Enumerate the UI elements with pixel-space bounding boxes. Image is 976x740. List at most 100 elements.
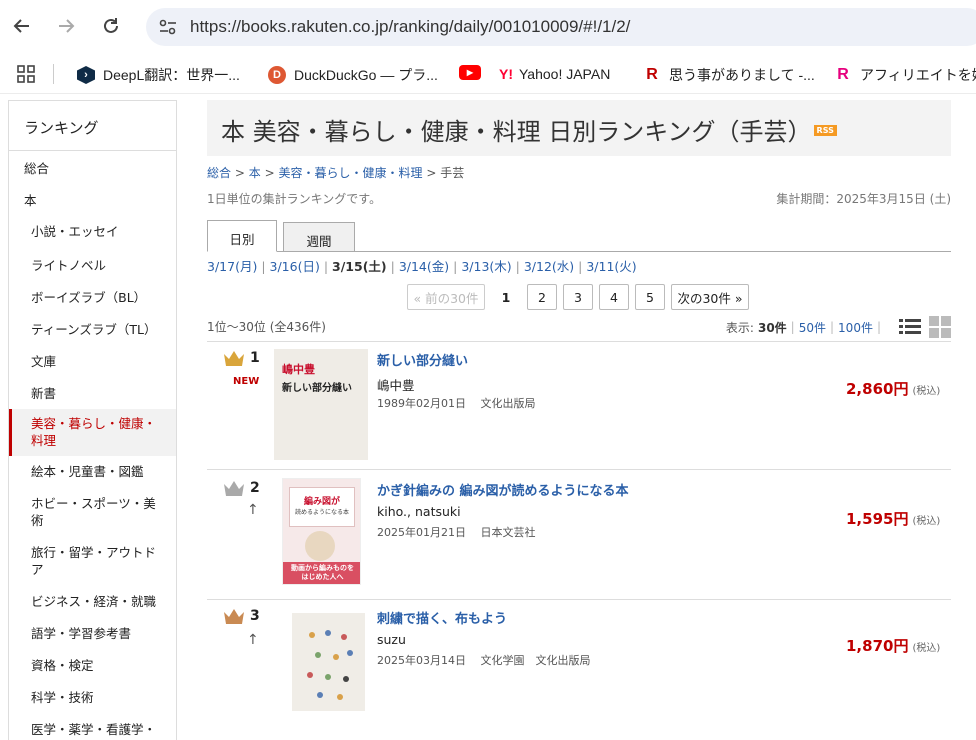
rank-number: 2 bbox=[250, 480, 260, 496]
youtube-icon: ▶ bbox=[459, 65, 481, 80]
sidebar-item-license[interactable]: 資格・検定 bbox=[9, 650, 176, 682]
back-button[interactable] bbox=[10, 14, 34, 38]
book-title-link[interactable]: 刺繍で描く、布もよう bbox=[377, 608, 507, 627]
url-text: https://books.rakuten.co.jp/ranking/dail… bbox=[190, 17, 631, 36]
bookmark-rakuten-blog[interactable]: R 思う事がありまして -... bbox=[643, 65, 815, 85]
sidebar-item-language[interactable]: 語学・学習参考書 bbox=[9, 618, 176, 650]
date-link[interactable]: 3/14(金) bbox=[399, 259, 449, 274]
apps-icon[interactable] bbox=[16, 64, 36, 84]
book-price: 1,870円 (税込) bbox=[846, 635, 940, 656]
bookmark-label: アフィリエイトを始め bbox=[860, 67, 976, 83]
bookmark-label: DeepL翻訳：世界一... bbox=[103, 67, 240, 83]
book-author: suzu bbox=[377, 632, 406, 647]
result-count: 1位～30位 (全436件) bbox=[207, 320, 326, 334]
cover-subtitle-text: 読めるようになる本 bbox=[294, 509, 349, 516]
date-sep: | bbox=[261, 259, 266, 274]
bookmarks-divider bbox=[53, 64, 54, 84]
breadcrumb-total[interactable]: 総合 bbox=[207, 166, 231, 180]
cover-author-text: 嶋中豊 bbox=[282, 363, 315, 376]
sidebar-item-business[interactable]: ビジネス・経済・就職 bbox=[9, 586, 176, 618]
cover-embroidery-pattern bbox=[307, 630, 353, 700]
book-title-link[interactable]: かぎ針編みの 編み図が読めるようになる本 bbox=[377, 480, 629, 499]
rank-up-arrow-icon: ↑ bbox=[247, 502, 259, 518]
site-settings-icon[interactable] bbox=[158, 18, 178, 36]
display-sep: | bbox=[876, 320, 881, 334]
publisher: 文化出版局 bbox=[480, 397, 536, 410]
price-value: 2,860円 bbox=[846, 380, 909, 398]
book-cover[interactable] bbox=[292, 613, 365, 711]
breadcrumb-beauty[interactable]: 美容・暮らし・健康・料理 bbox=[278, 166, 422, 180]
bookmark-yahoo[interactable]: Y! Yahoo! JAPAN bbox=[499, 65, 610, 83]
page-3[interactable]: 3 bbox=[563, 284, 593, 310]
sidebar-item-total[interactable]: 総合 bbox=[9, 151, 176, 184]
date-link[interactable]: 3/16(日) bbox=[270, 259, 320, 274]
display-100-link[interactable]: 100件 bbox=[838, 319, 873, 336]
cover-title-text: 新しい部分縫い bbox=[282, 383, 352, 394]
pub-date: 2025年03月14日 bbox=[377, 654, 466, 667]
bookmark-rakuten-affiliate[interactable]: R アフィリエイトを始め bbox=[834, 65, 976, 85]
page-header: 本 美容・暮らし・健康・料理 日別ランキング（手芸） RSS bbox=[207, 100, 951, 156]
sidebar-item-hobby[interactable]: ホビー・スポーツ・美術 bbox=[9, 488, 176, 537]
forward-button[interactable] bbox=[54, 14, 78, 38]
sidebar-item-bunko[interactable]: 文庫 bbox=[9, 344, 176, 376]
date-link[interactable]: 3/11(火) bbox=[586, 259, 636, 274]
display-50-link[interactable]: 50件 bbox=[799, 319, 826, 336]
ranking-main: 本 美容・暮らし・健康・料理 日別ランキング（手芸） RSS 総合 > 本 > 美… bbox=[207, 100, 951, 711]
grid-view-icon[interactable] bbox=[929, 316, 951, 338]
bronze-crown-icon bbox=[224, 609, 244, 624]
silver-crown-icon bbox=[224, 481, 244, 496]
display-label: 表示: bbox=[725, 320, 754, 335]
cover-illustration bbox=[305, 531, 335, 561]
date-sep: | bbox=[453, 259, 458, 274]
breadcrumb-sep: > bbox=[426, 166, 437, 180]
sidebar-item-tl[interactable]: ティーンズラブ（TL） bbox=[9, 312, 176, 344]
tab-daily[interactable]: 日別 bbox=[207, 220, 277, 252]
tax-label: (税込) bbox=[912, 386, 941, 397]
sidebar-item-book[interactable]: 本 bbox=[9, 184, 176, 216]
sidebar-item-lightnovel[interactable]: ライトノベル bbox=[9, 248, 176, 280]
sidebar-item-shinsho[interactable]: 新書 bbox=[9, 376, 176, 409]
prev-page-button[interactable]: « 前の30件 bbox=[407, 284, 485, 310]
page-5[interactable]: 5 bbox=[635, 284, 665, 310]
date-link[interactable]: 3/12(水) bbox=[524, 259, 574, 274]
next-page-button[interactable]: 次の30件 » bbox=[671, 284, 749, 310]
bookmark-duckduckgo[interactable]: D DuckDuckGo — プラ... bbox=[268, 65, 438, 85]
display-30: 30件 bbox=[757, 320, 787, 335]
ranking-item: 3 ↑ 刺繍で描く、布もよう suzu 2025年03月14日 文化学園 文化出… bbox=[207, 599, 951, 739]
page-4[interactable]: 4 bbox=[599, 284, 629, 310]
sidebar-item-beauty-living[interactable]: 美容・暮らし・健康・料理 bbox=[9, 409, 176, 456]
publisher: 文化学園 文化出版局 bbox=[480, 654, 591, 667]
bookmark-label: DuckDuckGo — プラ... bbox=[294, 67, 438, 83]
sidebar-item-science[interactable]: 科学・技術 bbox=[9, 682, 176, 714]
book-cover[interactable]: 嶋中豊 新しい部分縫い bbox=[274, 349, 368, 460]
sidebar-item-bl[interactable]: ボーイズラブ（BL） bbox=[9, 280, 176, 312]
sidebar-item-novel[interactable]: 小説・エッセイ bbox=[9, 216, 176, 248]
pub-date: 1989年02月01日 bbox=[377, 397, 466, 410]
ranking-item: 1 NEW 嶋中豊 新しい部分縫い 新しい部分縫い 嶋中豊 1989年02月01… bbox=[207, 341, 951, 469]
page-2[interactable]: 2 bbox=[527, 284, 557, 310]
bookmark-youtube[interactable]: ▶ bbox=[459, 65, 489, 80]
breadcrumb-book[interactable]: 本 bbox=[249, 166, 261, 180]
address-bar[interactable]: https://books.rakuten.co.jp/ranking/dail… bbox=[146, 8, 976, 46]
tax-label: (税込) bbox=[912, 643, 941, 654]
pagination: « 前の30件 1 2 3 4 5 次の30件 » bbox=[407, 284, 755, 310]
rank-number: 3 bbox=[250, 608, 260, 624]
tab-weekly[interactable]: 週間 bbox=[283, 222, 355, 252]
book-cover[interactable]: 編み図が 読めるようになる本 動画から編みものを はじめた人へ bbox=[282, 478, 361, 585]
bookmark-label: Yahoo! JAPAN bbox=[519, 66, 611, 82]
rss-icon[interactable]: RSS bbox=[813, 124, 837, 136]
rank-up-arrow-icon: ↑ bbox=[247, 632, 259, 648]
sidebar-item-medical[interactable]: 医学・薬学・看護学・ bbox=[9, 714, 176, 740]
price-value: 1,870円 bbox=[846, 637, 909, 655]
date-link[interactable]: 3/17(月) bbox=[207, 259, 257, 274]
bookmark-deepl[interactable]: › DeepL翻訳：世界一... bbox=[77, 65, 240, 85]
duckduckgo-icon: D bbox=[268, 66, 286, 84]
cover-band-text: 動画から編みものを bbox=[291, 564, 354, 572]
sidebar-item-picturebook[interactable]: 絵本・児童書・図鑑 bbox=[9, 456, 176, 488]
list-view-icon[interactable] bbox=[899, 317, 921, 337]
book-title-link[interactable]: 新しい部分縫い bbox=[377, 350, 468, 369]
rakuten-r-pink-icon: R bbox=[837, 66, 849, 83]
reload-button[interactable] bbox=[99, 14, 123, 38]
date-link[interactable]: 3/13(木) bbox=[461, 259, 511, 274]
sidebar-item-travel[interactable]: 旅行・留学・アウトドア bbox=[9, 537, 176, 586]
